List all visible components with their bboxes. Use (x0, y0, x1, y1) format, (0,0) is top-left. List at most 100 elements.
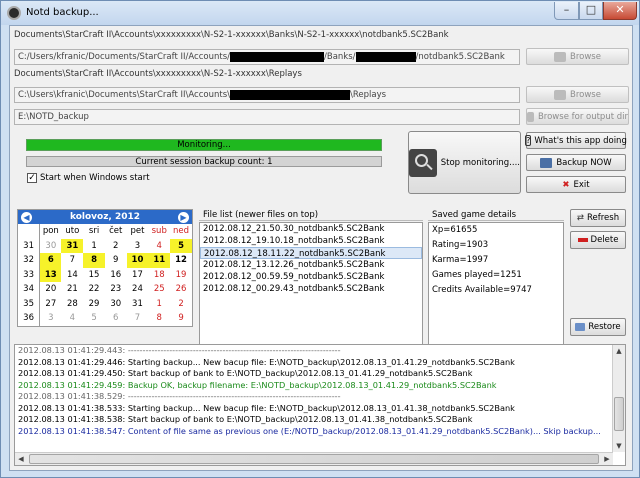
calendar-day[interactable]: 12 (170, 253, 192, 268)
stop-monitoring-label: Stop monitoring.... (440, 157, 520, 168)
calendar-grid: pon uto sri čet pet sub ned 31 30 31 1 2… (18, 224, 192, 326)
scroll-left-icon[interactable]: ◀ (15, 453, 27, 465)
log-panel[interactable]: 2012.08.13 01:41:29.443: ---------------… (14, 344, 626, 466)
calendar-day[interactable]: 17 (127, 268, 149, 283)
refresh-icon: ⇄ (576, 213, 584, 223)
calendar-day[interactable]: 2 (105, 239, 127, 254)
file-item[interactable]: 2012.08.12_21.50.30_notdbank5.SC2Bank (200, 223, 422, 235)
calendar-day[interactable]: 30 (105, 297, 127, 312)
file-item-selected[interactable]: 2012.08.12_18.11.22_notdbank5.SC2Bank (200, 247, 422, 259)
restore-button[interactable]: Restore (570, 318, 626, 336)
calendar-day[interactable]: 22 (83, 282, 105, 297)
whats-this-button[interactable]: ? What's this app doing (525, 132, 627, 149)
file-list[interactable]: 2012.08.12_21.50.30_notdbank5.SC2Bank 20… (199, 222, 423, 357)
calendar-day[interactable]: 1 (83, 239, 105, 254)
calendar-day[interactable]: 1 (148, 297, 170, 312)
calendar-day[interactable]: 7 (127, 311, 149, 326)
calendar-day[interactable]: 28 (61, 297, 83, 312)
calendar-day[interactable]: 19 (170, 268, 192, 283)
calendar-day[interactable]: 11 (148, 253, 171, 268)
detail-karma: Karma=1997 (432, 255, 489, 265)
banks-path-suffix: /notdbank5.SC2Bank (415, 52, 505, 62)
banks-path-field[interactable]: C:/Users/kfranic/Documents/StarCraft II/… (14, 49, 520, 65)
day-name: sri (88, 226, 100, 237)
calendar-day[interactable]: 2 (170, 297, 192, 312)
close-button[interactable]: ✕ (603, 2, 637, 20)
calendar-day[interactable]: 16 (105, 268, 127, 283)
exit-button[interactable]: ✖ Exit (526, 176, 626, 193)
week-number: 34 (18, 282, 41, 297)
calendar-day[interactable]: 18 (148, 268, 170, 283)
calendar-day[interactable]: 9 (170, 311, 192, 326)
redacted-block (355, 51, 416, 62)
calendar-day[interactable]: 7 (61, 253, 83, 268)
calendar-day[interactable]: 31 (61, 238, 84, 253)
calendar-day[interactable]: 31 (127, 297, 149, 312)
stop-monitoring-button[interactable]: Stop monitoring.... (408, 131, 521, 194)
browse-replays-button[interactable]: Browse (526, 86, 629, 103)
calendar-day[interactable]: 15 (83, 268, 105, 283)
calendar-day[interactable]: 10 (126, 253, 149, 268)
calendar-day[interactable]: 3 (127, 239, 149, 254)
week-number: 31 (18, 238, 41, 253)
delete-button[interactable]: Delete (570, 231, 626, 249)
app-icon (7, 6, 21, 20)
calendar-day[interactable]: 26 (170, 282, 192, 297)
calendar-day[interactable]: 5 (170, 238, 192, 253)
banks-path-label: Documents\StarCraft II\Accounts\xxxxxxxx… (14, 30, 449, 40)
calendar-day[interactable]: 24 (127, 282, 149, 297)
calendar-day[interactable]: 9 (105, 253, 127, 268)
refresh-label: Refresh (587, 213, 620, 223)
prev-month-icon[interactable]: ◀ (21, 211, 32, 223)
browse-banks-button[interactable]: Browse (526, 48, 629, 65)
scroll-down-icon[interactable]: ▼ (613, 440, 625, 452)
day-name: ned (173, 226, 190, 237)
calendar-month-year: kolovoz, 2012 (69, 212, 141, 222)
log-horizontal-scrollbar[interactable]: ◀ ▶ (15, 452, 613, 465)
calendar-day[interactable]: 6 (105, 311, 127, 326)
folder-icon (554, 89, 567, 100)
file-item[interactable]: 2012.08.12_00.29.43_notdbank5.SC2Bank (200, 283, 422, 295)
week-number: 36 (18, 311, 41, 326)
calendar-day[interactable]: 23 (105, 282, 127, 297)
file-list-title: File list (newer files on top) (199, 209, 423, 221)
calendar-day[interactable]: 29 (83, 297, 105, 312)
calendar-day[interactable]: 8 (148, 311, 170, 326)
backup-now-button[interactable]: Backup NOW (526, 154, 626, 171)
refresh-button[interactable]: ⇄ Refresh (570, 209, 626, 227)
calendar-day[interactable]: 5 (83, 311, 105, 326)
replays-path-field[interactable]: C:\Users\kfranic\Documents\StarCraft II\… (14, 87, 520, 103)
monitoring-status: Monitoring... (177, 140, 231, 150)
calendar-day[interactable]: 4 (61, 311, 83, 326)
monitoring-progress-bar: Monitoring... (26, 139, 382, 151)
output-dir-field[interactable]: E:\NOTD_backup (14, 109, 520, 125)
calendar-day[interactable]: 25 (148, 282, 170, 297)
log-vertical-scrollbar[interactable]: ▲ ▼ (612, 345, 625, 452)
calendar-day[interactable]: 8 (83, 253, 105, 268)
calendar-day[interactable]: 4 (148, 239, 170, 254)
calendar-day[interactable]: 20 (40, 282, 62, 297)
log-line: 2012.08.13 01:41:29.443: ---------------… (18, 345, 341, 355)
file-item[interactable]: 2012.08.12_13.12.26_notdbank5.SC2Bank (200, 259, 422, 271)
calendar-day[interactable]: 14 (61, 268, 83, 283)
horizontal-scroll-thumb[interactable] (29, 454, 599, 464)
calendar-day[interactable]: 30 (40, 239, 62, 254)
file-item[interactable]: 2012.08.12_00.59.59_notdbank5.SC2Bank (200, 271, 422, 283)
calendar-day[interactable]: 27 (40, 297, 62, 312)
calendar-day[interactable]: 13 (39, 267, 62, 282)
next-month-icon[interactable]: ▶ (178, 211, 189, 223)
calendar-day[interactable]: 3 (40, 311, 62, 326)
minimize-button[interactable]: – (554, 2, 579, 20)
browse-output-button[interactable]: Browse for output dir (526, 108, 629, 125)
title-bar[interactable]: Notd backup... – □ ✕ (1, 1, 639, 25)
file-item[interactable]: 2012.08.12_19.10.18_notdbank5.SC2Bank (200, 235, 422, 247)
vertical-scroll-thumb[interactable] (614, 397, 624, 431)
calendar-day[interactable]: 21 (61, 282, 83, 297)
replays-path-prefix: C:\Users\kfranic\Documents\StarCraft II\… (18, 90, 230, 100)
calendar[interactable]: ◀ kolovoz, 2012 ▶ pon uto sri čet pet su… (17, 209, 193, 327)
scroll-up-icon[interactable]: ▲ (613, 345, 625, 357)
scroll-right-icon[interactable]: ▶ (601, 453, 613, 465)
calendar-day[interactable]: 6 (39, 253, 62, 268)
start-with-windows-checkbox[interactable]: ✓ (27, 173, 37, 183)
maximize-button[interactable]: □ (579, 2, 603, 20)
